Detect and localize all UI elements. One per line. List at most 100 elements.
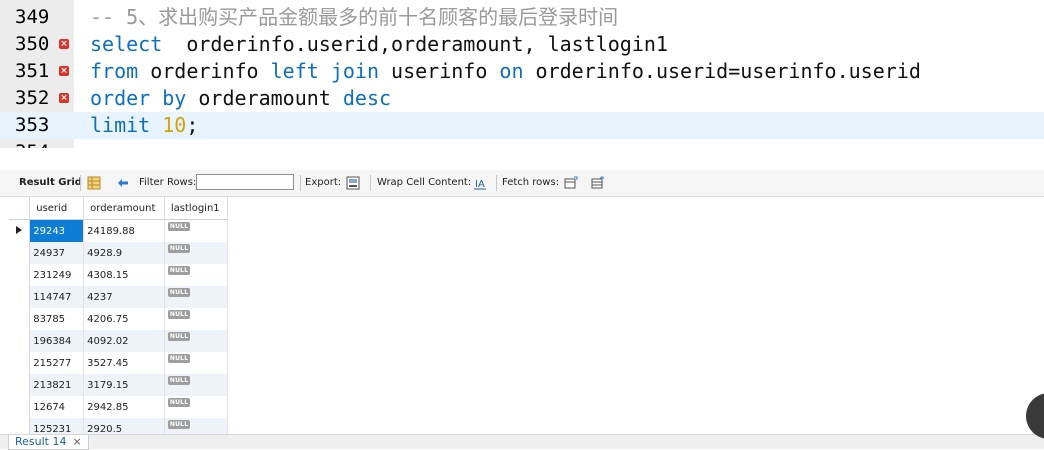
table-row[interactable]: 215277 3527.45 NULL: [9, 352, 229, 374]
wrap-text-icon[interactable]: IA: [473, 176, 487, 190]
row-header[interactable]: [9, 330, 31, 352]
result-tabs-bar: Result 14 ×: [0, 434, 1044, 450]
wrap-cell-label: Wrap Cell Content:: [377, 177, 472, 188]
result-tab-label: Result 14: [15, 435, 67, 448]
column-header-orderamount[interactable]: orderamount: [83, 197, 165, 220]
cell-lastlogin1[interactable]: NULL: [164, 219, 229, 242]
column-header-userid[interactable]: userid: [29, 197, 85, 220]
fetch-next-icon[interactable]: [564, 176, 578, 190]
toolbar-divider: [80, 175, 81, 191]
order-column: orderamount: [186, 86, 343, 110]
keyword-desc: desc: [342, 86, 392, 110]
cell-orderamount[interactable]: 4928.9: [83, 242, 165, 264]
cell-lastlogin1[interactable]: NULL: [164, 242, 229, 264]
select-columns: orderinfo.userid,orderamount, lastlogin1: [162, 32, 668, 56]
cell-lastlogin1[interactable]: NULL: [164, 374, 229, 396]
toolbar-divider: [496, 175, 497, 191]
line-number: 354: [15, 140, 49, 148]
cell-orderamount[interactable]: 24189.88: [83, 219, 165, 242]
row-header-corner: [9, 197, 31, 220]
table-row[interactable]: 114747 4237 NULL: [9, 286, 229, 308]
refresh-icon[interactable]: [116, 176, 130, 190]
table-row[interactable]: 196384 4092.02 NULL: [9, 330, 229, 352]
filter-rows-input[interactable]: [196, 174, 294, 190]
cell-orderamount[interactable]: 4237: [83, 286, 165, 308]
table-row[interactable]: 12674 2942.85 NULL: [9, 396, 229, 418]
code-line-351[interactable]: 351 × from orderinfo left join userinfo …: [0, 58, 1044, 85]
cell-orderamount[interactable]: 3179.15: [83, 374, 165, 396]
cell-lastlogin1[interactable]: NULL: [164, 264, 229, 286]
cell-lastlogin1[interactable]: NULL: [164, 352, 229, 374]
export-label: Export:: [305, 177, 342, 188]
cell-lastlogin1[interactable]: NULL: [164, 330, 229, 352]
keyword-order-by: order by: [90, 86, 187, 110]
row-header[interactable]: [9, 242, 31, 264]
null-badge: NULL: [167, 287, 191, 297]
sql-editor[interactable]: 349 -- 5、求出购买产品金额最多的前十名顾客的最后登录时间 350 × s…: [0, 0, 1044, 148]
fetch-rows-label: Fetch rows:: [502, 177, 560, 188]
row-header[interactable]: [9, 264, 31, 286]
row-header[interactable]: [9, 396, 31, 418]
row-header[interactable]: [9, 352, 31, 374]
table-row[interactable]: 29243 24189.88 NULL: [9, 219, 229, 242]
close-tab-icon[interactable]: ×: [72, 435, 81, 448]
floating-action-button[interactable]: [1026, 393, 1044, 439]
code-line-352[interactable]: 352 × order by orderamount desc: [0, 85, 1044, 112]
cell-userid[interactable]: 24937: [29, 242, 85, 264]
cell-userid[interactable]: 114747: [29, 286, 85, 308]
code-line-350[interactable]: 350 × select orderinfo.userid,orderamoun…: [0, 31, 1044, 58]
null-badge: NULL: [167, 353, 191, 363]
line-number: 351: [15, 60, 50, 82]
null-badge: NULL: [167, 331, 191, 341]
cell-userid[interactable]: 12674: [29, 396, 85, 418]
row-header[interactable]: [9, 308, 31, 330]
fetch-all-icon[interactable]: [591, 176, 605, 190]
semicolon: ;: [186, 113, 199, 137]
row-header[interactable]: [9, 286, 31, 308]
cell-userid[interactable]: 196384: [29, 330, 85, 352]
cell-userid[interactable]: 213821: [29, 374, 85, 396]
code-line-354[interactable]: 354: [0, 139, 1044, 148]
error-marker-icon[interactable]: ×: [59, 93, 69, 103]
table-row[interactable]: 213821 3179.15 NULL: [9, 374, 229, 396]
null-badge: NULL: [167, 265, 191, 275]
line-number: 350: [15, 33, 50, 55]
result-toolbar: Result Grid Filter Rows: Export: Wrap Ce…: [0, 170, 1044, 197]
filter-rows-label: Filter Rows:: [139, 177, 197, 188]
join-condition: orderinfo.userid=userinfo.userid: [523, 59, 921, 83]
row-header[interactable]: [9, 374, 31, 396]
table-row[interactable]: 83785 4206.75 NULL: [9, 308, 229, 330]
cell-lastlogin1[interactable]: NULL: [164, 308, 229, 330]
cell-userid[interactable]: 215277: [29, 352, 85, 374]
column-header-lastlogin1[interactable]: lastlogin1: [164, 197, 229, 220]
cell-userid[interactable]: 231249: [29, 264, 85, 286]
error-marker-icon[interactable]: ×: [59, 66, 69, 76]
code-line-349[interactable]: 349 -- 5、求出购买产品金额最多的前十名顾客的最后登录时间: [0, 4, 1044, 31]
table-row[interactable]: 231249 4308.15 NULL: [9, 264, 229, 286]
export-icon[interactable]: [346, 176, 360, 190]
cell-orderamount[interactable]: 3527.45: [83, 352, 165, 374]
comment-text: -- 5、求出购买产品金额最多的前十名顾客的最后登录时间: [90, 5, 619, 29]
cell-orderamount[interactable]: 4092.02: [83, 330, 165, 352]
null-badge: NULL: [167, 243, 191, 253]
cell-orderamount[interactable]: 4308.15: [83, 264, 165, 286]
current-row-arrow-icon: [16, 225, 23, 234]
row-header[interactable]: [9, 219, 31, 242]
grid-view-icon[interactable]: [87, 176, 101, 190]
result-grid-tab[interactable]: Result Grid: [19, 170, 82, 196]
cell-userid[interactable]: 29243: [29, 219, 85, 242]
cell-lastlogin1[interactable]: NULL: [164, 286, 229, 308]
keyword-on: on: [499, 59, 524, 83]
error-marker-icon[interactable]: ×: [59, 39, 69, 49]
cell-orderamount[interactable]: 2942.85: [83, 396, 165, 418]
cell-lastlogin1[interactable]: NULL: [164, 396, 229, 418]
result-grid[interactable]: userid orderamount lastlogin1 29243 24189…: [9, 197, 229, 440]
cell-orderamount[interactable]: 4206.75: [83, 308, 165, 330]
table-userinfo: userinfo: [379, 59, 500, 83]
code-line-353[interactable]: 353 limit 10;: [0, 112, 1044, 139]
cell-userid[interactable]: 83785: [29, 308, 85, 330]
keyword-limit: limit: [90, 113, 151, 137]
keyword-select: select: [90, 32, 163, 56]
table-row[interactable]: 24937 4928.9 NULL: [9, 242, 229, 264]
